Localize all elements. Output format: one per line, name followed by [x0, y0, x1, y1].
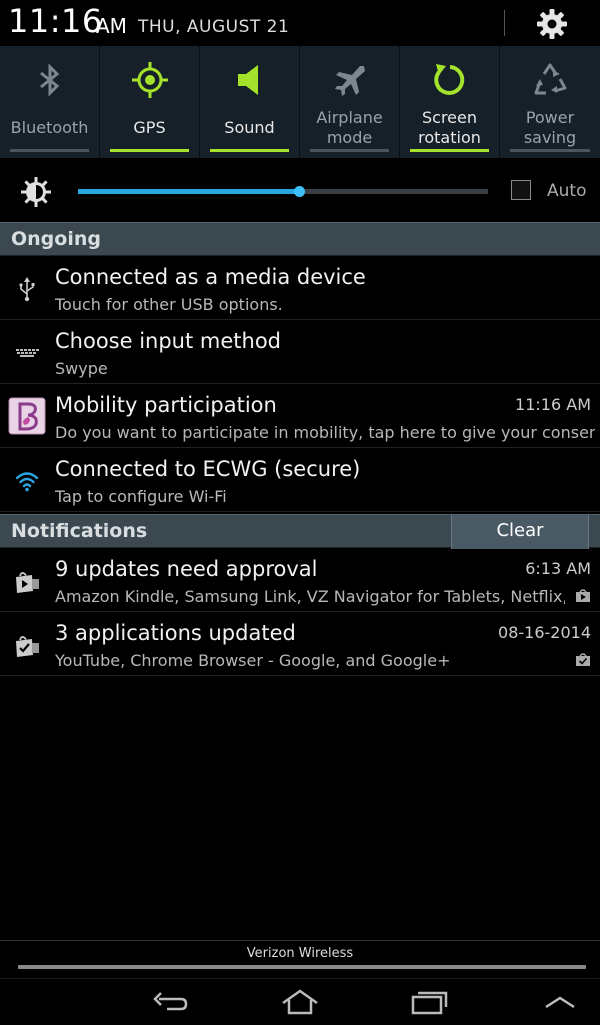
notification-time: 08-16-2014: [498, 623, 591, 642]
ongoing-header: Ongoing: [0, 222, 600, 256]
home-button[interactable]: [278, 985, 322, 1019]
toggle-label: Airplane mode: [316, 108, 383, 147]
section-title: Ongoing: [11, 228, 101, 250]
toggle-label: Screen rotation: [418, 108, 481, 147]
expand-button[interactable]: [538, 985, 582, 1019]
clock-date: THU, AUGUST 21: [138, 17, 290, 37]
notification-title: Connected to ECWG (secure): [55, 457, 361, 481]
carrier-label: Verizon Wireless: [246, 946, 354, 961]
toggle-bluetooth[interactable]: Bluetooth: [0, 46, 100, 158]
auto-brightness-checkbox[interactable]: [511, 180, 531, 200]
notification-usb[interactable]: Connected as a media device Touch for ot…: [0, 256, 600, 320]
notification-time: 11:16 AM: [515, 395, 591, 414]
notification-wifi[interactable]: Connected to ECWG (secure) Tap to config…: [0, 448, 600, 512]
mobility-app-icon: [8, 397, 46, 435]
toggle-screen-rotation[interactable]: Screen rotation: [400, 46, 500, 158]
check-bag-small-icon: [576, 653, 590, 666]
toggle-label: Power saving: [523, 108, 577, 147]
wifi-icon: [15, 472, 39, 492]
toggle-state-bar: [510, 149, 590, 152]
toggle-label: Bluetooth: [10, 118, 89, 137]
notification-title: Choose input method: [55, 329, 281, 353]
gps-icon: [132, 62, 168, 98]
notification-title: Mobility participation: [55, 393, 277, 417]
status-bar: 11:16 AM THU, AUGUST 21: [0, 0, 600, 46]
notification-subtitle: Swype: [55, 359, 108, 378]
clear-button[interactable]: Clear: [451, 515, 589, 549]
notification-subtitle: Do you want to participate in mobility, …: [55, 423, 595, 442]
chevron-up-icon: [545, 996, 575, 1009]
notification-title: 9 updates need approval: [55, 557, 318, 581]
notification-updates[interactable]: 9 updates need approval 6:13 AM Amazon K…: [0, 548, 600, 612]
toggle-gps[interactable]: GPS: [100, 46, 200, 158]
notification-time: 6:13 AM: [525, 559, 591, 578]
notification-subtitle: Touch for other USB options.: [55, 295, 283, 314]
section-title: Notifications: [11, 520, 148, 542]
navigation-bar: [0, 978, 600, 1025]
settings-button[interactable]: [534, 6, 570, 42]
app-updated-icon: [16, 635, 39, 657]
clock-time: 11:16: [8, 2, 103, 40]
notification-title: Connected as a media device: [55, 265, 366, 289]
toggle-label: GPS: [133, 118, 166, 137]
toggle-power-saving[interactable]: Power saving: [500, 46, 600, 158]
toggle-state-bar: [210, 149, 289, 152]
back-button[interactable]: [149, 985, 193, 1019]
bluetooth-icon: [40, 63, 60, 97]
recycle-icon: [534, 63, 567, 95]
quick-settings-panel: Bluetooth GPS Sound Airplane mode Screen…: [0, 46, 600, 158]
brightness-slider[interactable]: [78, 186, 488, 197]
notification-mobility[interactable]: Mobility participation 11:16 AM Do you w…: [0, 384, 600, 448]
panel-drag-handle[interactable]: [18, 965, 586, 969]
brightness-icon: [21, 177, 51, 207]
app-update-icon: [16, 571, 39, 593]
toggle-state-bar: [410, 149, 489, 152]
brightness-slider-fill: [78, 189, 300, 194]
toggle-airplane-mode[interactable]: Airplane mode: [300, 46, 400, 158]
clock-ampm: AM: [96, 14, 127, 38]
recent-apps-icon: [411, 991, 448, 1015]
usb-icon: [19, 277, 35, 302]
keyboard-icon: [16, 349, 39, 357]
recent-apps-button[interactable]: [408, 985, 452, 1019]
toggle-state-bar: [110, 149, 189, 152]
gear-icon: [537, 9, 567, 39]
notification-subtitle: YouTube, Chrome Browser - Google, and Go…: [55, 651, 451, 670]
toggle-sound[interactable]: Sound: [200, 46, 300, 158]
notification-subtitle: Tap to configure Wi-Fi: [55, 487, 227, 506]
back-icon: [153, 992, 188, 1011]
speaker-icon: [238, 65, 258, 95]
auto-brightness-label: Auto: [547, 181, 587, 201]
toggle-state-bar: [10, 149, 89, 152]
airplane-icon: [335, 66, 365, 96]
notification-subtitle: Amazon Kindle, Samsung Link, VZ Navigato…: [55, 587, 565, 606]
toggle-label: Sound: [224, 118, 275, 137]
divider: [504, 10, 505, 36]
notification-apps-updated[interactable]: 3 applications updated 08-16-2014 YouTub…: [0, 612, 600, 676]
notifications-header: Notifications Clear: [0, 514, 600, 549]
notification-title: 3 applications updated: [55, 621, 296, 645]
toggle-state-bar: [310, 149, 389, 152]
rotation-icon: [434, 64, 465, 95]
divider: [0, 940, 600, 941]
notification-input-method[interactable]: Choose input method Swype: [0, 320, 600, 384]
play-store-small-icon: [576, 589, 590, 602]
home-icon: [282, 989, 318, 1015]
